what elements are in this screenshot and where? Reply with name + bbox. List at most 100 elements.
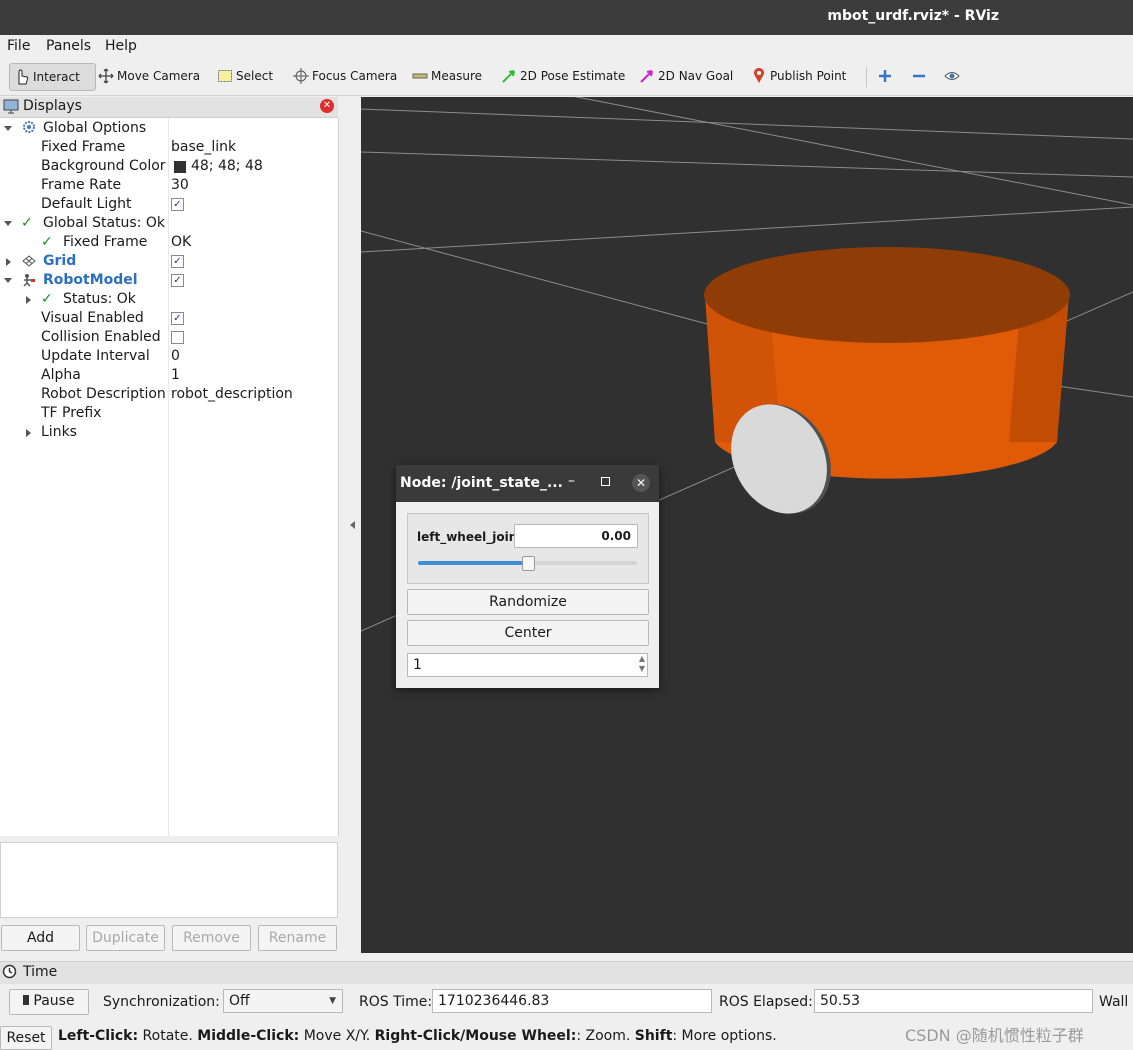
default-light-checkbox[interactable]: ✓ (171, 198, 184, 211)
move-camera-tool-button[interactable]: Move Camera (98, 63, 200, 89)
chevron-down-icon: ▼ (329, 996, 336, 1006)
tree-row-grid[interactable]: Grid ✓ (0, 252, 338, 271)
pause-button[interactable]: Pause (9, 989, 89, 1015)
robot-model (704, 247, 1070, 514)
alpha-value[interactable]: 1 (171, 366, 180, 385)
fixed-frame-value[interactable]: base_link (171, 138, 236, 157)
rename-display-button[interactable]: Rename (258, 925, 337, 951)
select-label: Select (236, 69, 274, 83)
spin-box[interactable]: 1 ▲ ▼ (407, 653, 648, 677)
grid-checkbox[interactable]: ✓ (171, 255, 184, 268)
frame-rate-value[interactable]: 30 (171, 176, 189, 195)
minus-icon (911, 68, 927, 84)
tree-row-collision-enabled[interactable]: Collision Enabled (0, 328, 338, 347)
ros-elapsed-field[interactable]: 50.53 (814, 989, 1093, 1013)
fixed-frame-label: Fixed Frame (41, 139, 126, 155)
close-icon[interactable]: ✕ (632, 474, 650, 492)
visual-enabled-checkbox[interactable]: ✓ (171, 312, 184, 325)
displays-tree: Global Options Fixed Frame base_link Bac… (0, 118, 339, 836)
crosshair-icon (293, 68, 309, 84)
remove-display-button[interactable]: Remove (172, 925, 251, 951)
joint-value-field[interactable]: 0.00 (514, 524, 638, 548)
window-title: mbot_urdf.rviz* - RViz (827, 8, 999, 24)
publish-point-tool-button[interactable]: Publish Point (751, 63, 846, 89)
tree-row-visual-enabled[interactable]: Visual Enabled ✓ (0, 309, 338, 328)
maximize-icon[interactable] (601, 477, 610, 486)
collapse-arrow-icon[interactable] (26, 429, 31, 437)
focus-camera-tool-button[interactable]: Focus Camera (293, 63, 397, 89)
ros-time-label: ROS Time: (359, 994, 433, 1010)
tree-row-background-color[interactable]: Background Color 48; 48; 48 (0, 157, 338, 176)
tree-row-fixed-frame-status[interactable]: ✓ Fixed Frame OK (0, 233, 338, 252)
center-button[interactable]: Center (407, 620, 649, 646)
middle-click-desc: Move X/Y. (299, 1028, 375, 1044)
expand-arrow-icon[interactable] (4, 126, 12, 131)
interact-tool-button[interactable]: Interact (9, 63, 96, 91)
menu-panels[interactable]: Panels (46, 38, 91, 54)
dialog-title: Node: /joint_state_... (400, 475, 563, 491)
color-swatch[interactable] (174, 161, 186, 173)
collapse-arrow-icon[interactable] (6, 258, 11, 266)
robotmodel-checkbox[interactable]: ✓ (171, 274, 184, 287)
status-bar: Reset Left-Click: Rotate. Middle-Click: … (0, 1022, 1133, 1050)
time-panel-title: Time (23, 964, 58, 980)
panel-splitter[interactable] (340, 97, 360, 953)
collapse-arrow-icon[interactable] (26, 296, 31, 304)
collision-enabled-checkbox[interactable] (171, 331, 184, 344)
menu-file[interactable]: File (7, 38, 30, 54)
pose-estimate-tool-button[interactable]: 2D Pose Estimate (501, 63, 625, 89)
add-tool-button[interactable] (877, 63, 893, 89)
tree-row-default-light[interactable]: Default Light ✓ (0, 195, 338, 214)
focus-camera-label: Focus Camera (312, 69, 398, 83)
background-color-value[interactable]: 48; 48; 48 (191, 157, 263, 176)
tf-prefix-label: TF Prefix (41, 405, 102, 421)
reset-button[interactable]: Reset (0, 1026, 52, 1050)
nav-goal-tool-button[interactable]: 2D Nav Goal (639, 63, 733, 89)
minimize-icon[interactable]: – (568, 473, 575, 489)
right-click-key: Right-Click/Mouse Wheel: (374, 1028, 577, 1044)
close-panel-icon[interactable]: ✕ (320, 99, 334, 113)
update-interval-value[interactable]: 0 (171, 347, 180, 366)
ros-time-field[interactable]: 1710236446.83 (432, 989, 712, 1013)
expand-arrow-icon[interactable] (4, 278, 12, 283)
tree-row-tf-prefix[interactable]: TF Prefix (0, 404, 338, 423)
view-tool-button[interactable] (944, 63, 960, 89)
tree-row-global-status[interactable]: ✓ Global Status: Ok (0, 214, 338, 233)
fixed-frame-status-label: Fixed Frame (63, 234, 148, 250)
tree-row-frame-rate[interactable]: Frame Rate 30 (0, 176, 338, 195)
remove-tool-button[interactable] (911, 63, 927, 89)
grid-label: Grid (43, 253, 77, 269)
links-label: Links (41, 424, 77, 440)
tree-row-update-interval[interactable]: Update Interval 0 (0, 347, 338, 366)
menu-help[interactable]: Help (105, 38, 137, 54)
toolbar: Interact Move Camera Select Focus Camera… (0, 57, 1133, 96)
shift-key: Shift (634, 1028, 673, 1044)
green-arrow-icon (501, 68, 517, 84)
robot-body-top (704, 247, 1070, 343)
tree-row-robotmodel[interactable]: RobotModel ✓ (0, 271, 338, 290)
tree-row-robot-description[interactable]: Robot Description robot_description (0, 385, 338, 404)
collapse-left-icon[interactable] (350, 521, 355, 529)
global-status-label: Global Status: Ok (43, 215, 166, 231)
spin-arrows-icon[interactable]: ▲ ▼ (639, 654, 645, 674)
tree-row-status-ok[interactable]: ✓ Status: Ok (0, 290, 338, 309)
tree-row-global-options[interactable]: Global Options (0, 119, 338, 138)
joint-name-label: left_wheel_joint (417, 530, 523, 544)
tree-row-fixed-frame[interactable]: Fixed Frame base_link (0, 138, 338, 157)
expand-arrow-icon[interactable] (4, 221, 12, 226)
select-tool-button[interactable]: Select (217, 63, 273, 89)
duplicate-display-button[interactable]: Duplicate (86, 925, 165, 951)
watermark: CSDN @随机惯性粒子群 (905, 1026, 1084, 1045)
randomize-button[interactable]: Randomize (407, 589, 649, 615)
measure-tool-button[interactable]: Measure (412, 63, 482, 89)
joint-slider-track[interactable] (418, 556, 637, 571)
add-display-button[interactable]: Add (1, 925, 80, 951)
sync-select-value: Off (229, 993, 250, 1009)
tree-row-alpha[interactable]: Alpha 1 (0, 366, 338, 385)
tree-row-links[interactable]: Links (0, 423, 338, 442)
robot-description-value[interactable]: robot_description (171, 385, 293, 404)
sync-select[interactable]: Off ▼ (223, 989, 343, 1013)
joint-slider-handle[interactable] (521, 556, 535, 571)
move-arrows-icon (98, 68, 114, 84)
middle-click-key: Middle-Click: (197, 1028, 300, 1044)
